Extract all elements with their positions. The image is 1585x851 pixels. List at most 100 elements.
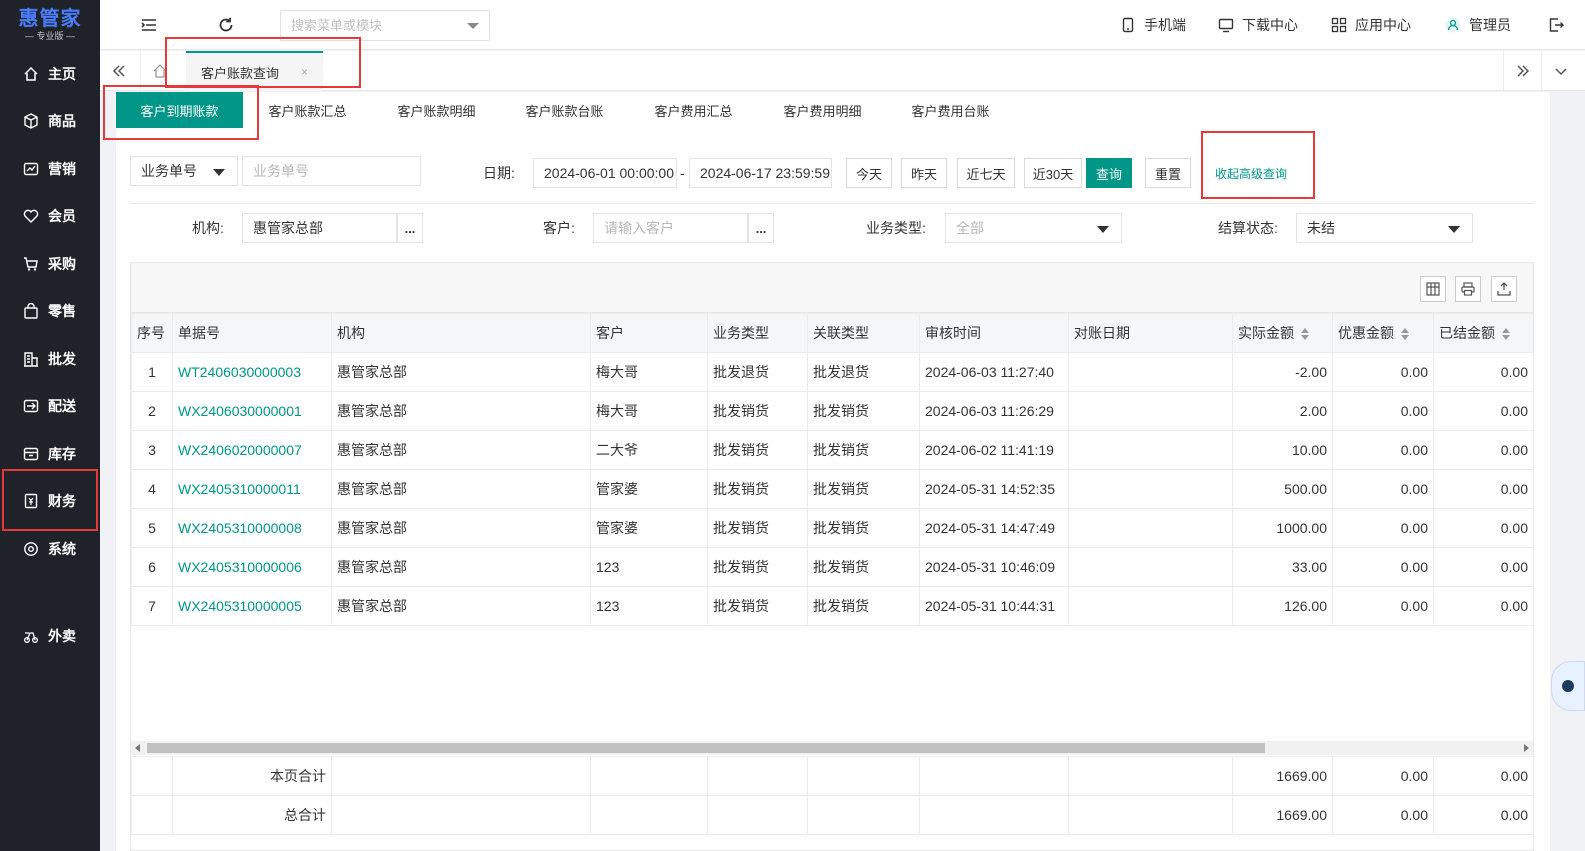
subtab-fee-ledger[interactable]: 客户费用台账 <box>893 92 1008 128</box>
sidebar-item-goods[interactable]: 商品 <box>0 99 100 143</box>
scroll-left-arrow-icon[interactable] <box>135 744 140 752</box>
heart-icon <box>23 208 39 224</box>
logout-icon[interactable] <box>1548 17 1564 33</box>
print-icon[interactable] <box>1455 276 1481 302</box>
row-biz-type: 批发销货 <box>707 508 808 548</box>
subtab-ledger[interactable]: 客户账款台账 <box>507 92 622 128</box>
table-row[interactable]: 2 WX2406030000001 惠管家总部 梅大哥 批发销货 批发销货 2024-06-… <box>131 391 1533 431</box>
columns-icon[interactable] <box>1420 276 1446 302</box>
sidebar-item-wholesale[interactable]: 批发 <box>0 337 100 381</box>
org-input[interactable] <box>242 213 397 243</box>
last-30-days-button[interactable]: 近30天 <box>1024 158 1082 188</box>
sidebar-item-retail[interactable]: 零售 <box>0 289 100 333</box>
row-discount-amount: 0.00 <box>1332 430 1434 470</box>
sidebar-item-label: 外卖 <box>48 628 76 644</box>
scrollbar-thumb[interactable] <box>147 743 1265 753</box>
menu-search-input[interactable] <box>281 11 451 40</box>
row-actual-amount: 2.00 <box>1232 391 1333 431</box>
topbar: 手机端 下载中心 应用中心 管理员 <box>100 0 1585 50</box>
sort-icon[interactable] <box>1401 328 1409 341</box>
today-button[interactable]: 今天 <box>846 158 892 188</box>
logo-subtitle: — 专业版 — <box>24 31 75 41</box>
query-button[interactable]: 查询 <box>1086 158 1132 188</box>
row-doc-no[interactable]: WX2405310000005 <box>172 586 332 626</box>
collapse-advanced-query-link[interactable]: 收起高级查询 <box>1215 165 1287 182</box>
sidebar-item-member[interactable]: 会员 <box>0 194 100 238</box>
mobile-label: 手机端 <box>1144 17 1186 33</box>
row-biz-type: 批发销货 <box>707 391 808 431</box>
sidebar-item-home[interactable]: 主页 <box>0 52 100 96</box>
row-rel-type: 批发销货 <box>807 469 920 509</box>
sidebar-item-takeout[interactable]: 外卖 <box>0 614 100 658</box>
menu-toggle-icon[interactable] <box>140 16 158 34</box>
tabs-scroll-right-icon[interactable] <box>1503 51 1541 91</box>
tabs-scroll-left-icon[interactable] <box>100 51 138 91</box>
table-row[interactable]: 1 WT2406030000003 惠管家总部 梅大哥 批发退货 批发退货 2024-06-… <box>131 352 1533 392</box>
row-doc-no[interactable]: WX2405310000011 <box>172 469 332 509</box>
close-icon[interactable]: × <box>301 65 308 79</box>
summary-table: 本页合计 1669.00 0.00 0.00 总合计 1669.00 0.00 … <box>131 756 1533 835</box>
menu-search[interactable] <box>280 10 490 41</box>
row-index: 3 <box>131 430 173 470</box>
biz-type-select[interactable]: 全部 <box>945 213 1122 243</box>
doc-number-input[interactable] <box>242 156 421 186</box>
sidebar-item-purchase[interactable]: 采购 <box>0 242 100 286</box>
table-row[interactable]: 6 WX2405310000006 惠管家总部 123 批发销货 批发销货 2024-05-… <box>131 547 1533 587</box>
doc-type-select[interactable]: 业务单号 <box>130 156 238 186</box>
row-doc-no[interactable]: WX2406030000001 <box>172 391 332 431</box>
row-actual-amount: 10.00 <box>1232 430 1333 470</box>
sidebar-item-delivery[interactable]: 配送 <box>0 384 100 428</box>
sidebar-item-system[interactable]: 系统 <box>0 527 100 571</box>
col-header-actual-amount[interactable]: 实际金额 <box>1232 313 1333 353</box>
last-7-days-button[interactable]: 近七天 <box>957 158 1015 188</box>
row-doc-no[interactable]: WT2406030000003 <box>172 352 332 392</box>
org-label: 机构: <box>192 220 224 236</box>
org-picker-more-icon[interactable]: ... <box>397 213 423 243</box>
subtab-fee-detail[interactable]: 客户费用明细 <box>765 92 880 128</box>
divider <box>130 203 1534 204</box>
row-index: 4 <box>131 469 173 509</box>
row-discount-amount: 0.00 <box>1332 547 1434 587</box>
reset-button[interactable]: 重置 <box>1145 158 1191 188</box>
col-header-discount-amount[interactable]: 优惠金额 <box>1332 313 1434 353</box>
row-doc-no[interactable]: WX2405310000006 <box>172 547 332 587</box>
col-header-settled-amount[interactable]: 已结金额 <box>1433 313 1533 353</box>
subtab-fee-summary[interactable]: 客户费用汇总 <box>636 92 751 128</box>
row-actual-amount: 500.00 <box>1232 469 1333 509</box>
export-icon[interactable] <box>1491 276 1517 302</box>
date-start-input[interactable] <box>533 158 677 188</box>
row-doc-no[interactable]: WX2405310000008 <box>172 508 332 548</box>
subtab-detail[interactable]: 客户账款明细 <box>379 92 494 128</box>
row-doc-no[interactable]: WX2406020000007 <box>172 430 332 470</box>
sidebar-item-inventory[interactable]: 库存 <box>0 432 100 476</box>
customer-input[interactable] <box>593 213 748 243</box>
mobile-link[interactable]: 手机端 <box>1120 0 1186 50</box>
tabs-menu-chevron-down-icon[interactable] <box>1541 51 1579 91</box>
assistant-robot-icon[interactable] <box>1551 661 1585 711</box>
table-row[interactable]: 3 WX2406020000007 惠管家总部 二大爷 批发销货 批发销货 2024-06-… <box>131 430 1533 470</box>
date-end-input[interactable] <box>689 158 832 188</box>
home-tab-icon[interactable] <box>140 51 178 91</box>
horizontal-scrollbar[interactable] <box>131 741 1533 755</box>
grid-toolbar <box>131 263 1533 313</box>
customer-picker-more-icon[interactable]: ... <box>748 213 774 243</box>
subtab-due[interactable]: 客户到期账款 <box>116 92 243 128</box>
sort-icon[interactable] <box>1301 328 1309 341</box>
download-center-link[interactable]: 下载中心 <box>1218 0 1298 50</box>
delivery-icon <box>23 628 39 644</box>
tab-customer-account-query[interactable]: 客户账款查询 × <box>186 51 323 91</box>
table-row[interactable]: 4 WX2405310000011 惠管家总部 管家婆 批发销货 批发销货 2024-05-… <box>131 469 1533 509</box>
refresh-icon[interactable] <box>217 16 235 34</box>
app-center-link[interactable]: 应用中心 <box>1331 0 1411 50</box>
sub-tabs: 客户到期账款 客户账款汇总 客户账款明细 客户账款台账 客户费用汇总 客户费用明… <box>116 92 1550 130</box>
sidebar-item-marketing[interactable]: 营销 <box>0 147 100 191</box>
settle-status-select[interactable]: 未结 <box>1296 213 1473 243</box>
sort-icon[interactable] <box>1502 328 1510 341</box>
subtab-summary[interactable]: 客户账款汇总 <box>250 92 365 128</box>
user-menu[interactable]: 管理员 <box>1445 0 1511 50</box>
table-row[interactable]: 5 WX2405310000008 惠管家总部 管家婆 批发销货 批发销货 2024-05-… <box>131 508 1533 548</box>
scroll-right-arrow-icon[interactable] <box>1524 744 1529 752</box>
yesterday-button[interactable]: 昨天 <box>901 158 947 188</box>
sidebar-item-finance[interactable]: 财务 <box>0 479 100 523</box>
table-row[interactable]: 7 WX2405310000005 惠管家总部 123 批发销货 批发销货 2024-05-… <box>131 586 1533 626</box>
